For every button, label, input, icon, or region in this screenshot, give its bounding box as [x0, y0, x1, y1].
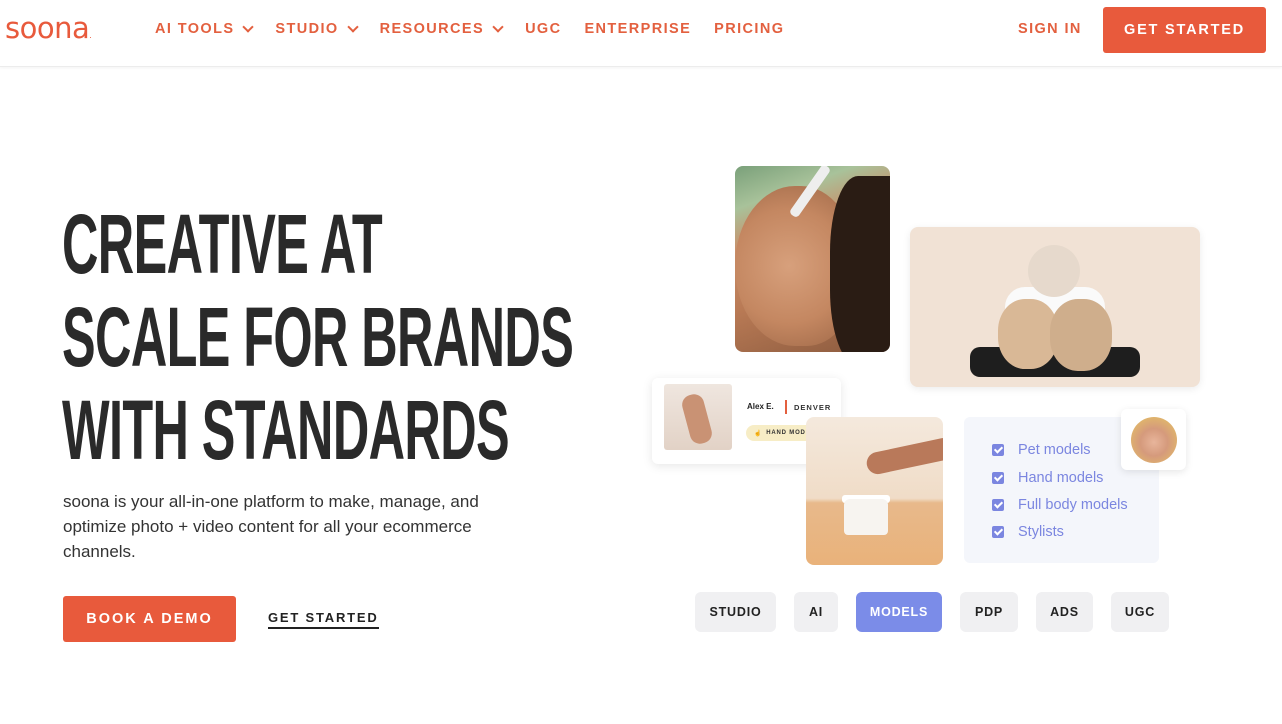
pet-models-photo — [910, 227, 1200, 387]
checklist-item: Hand models — [992, 470, 1103, 486]
headline-line: SCALE FOR BRANDS — [62, 290, 574, 384]
skincare-model-photo — [735, 166, 890, 352]
checkbox-icon — [992, 444, 1004, 456]
nav-links: AI TOOLS STUDIO RESOURCES UGC ENTERPRISE… — [155, 20, 807, 37]
category-tabs: STUDIO AI MODELS PDP ADS UGC — [695, 592, 1187, 632]
chevron-down-icon — [492, 20, 504, 33]
top-nav: soona. AI TOOLS STUDIO RESOURCES UGC ENT… — [0, 0, 1282, 67]
checklist-item: Full body models — [992, 497, 1128, 513]
get-started-link[interactable]: GET STARTED — [268, 610, 379, 629]
hero-subhead: soona is your all-in-one platform to mak… — [63, 492, 479, 561]
hero-headline: CREATIVE AT SCALE FOR BRANDS WITH STANDA… — [62, 197, 574, 477]
nav-item-resources[interactable]: RESOURCES — [380, 20, 504, 37]
chevron-down-icon — [346, 20, 359, 33]
checkbox-icon — [992, 526, 1004, 538]
headline-line: WITH STANDARDS — [62, 383, 510, 477]
nav-item-ugc[interactable]: UGC — [525, 21, 561, 37]
tab-ai[interactable]: AI — [794, 592, 838, 632]
checkbox-icon — [992, 472, 1004, 484]
book-demo-button[interactable]: BOOK A DEMO — [63, 596, 236, 642]
hand-model-thumbnail — [664, 384, 732, 450]
tab-ugc[interactable]: UGC — [1111, 592, 1169, 632]
model-name: Alex E. — [747, 402, 774, 411]
get-started-button[interactable]: GET STARTED — [1103, 7, 1266, 53]
model-city: DENVER — [794, 403, 832, 412]
avatar — [1131, 417, 1177, 463]
nav-item-enterprise[interactable]: ENTERPRISE — [584, 21, 691, 37]
tab-pdp[interactable]: PDP — [960, 592, 1018, 632]
nav-item-pricing[interactable]: PRICING — [714, 21, 784, 37]
nav-item-ai-tools[interactable]: AI TOOLS — [155, 20, 255, 37]
tab-studio[interactable]: STUDIO — [695, 592, 776, 632]
checklist-item: Stylists — [992, 524, 1064, 540]
sign-in-link[interactable]: SIGN IN — [1018, 21, 1082, 37]
product-jar-photo — [806, 417, 943, 565]
nav-item-studio[interactable]: STUDIO — [275, 20, 359, 37]
hand-icon: ☝ — [754, 430, 763, 437]
tab-ads[interactable]: ADS — [1036, 592, 1093, 632]
tab-models[interactable]: MODELS — [856, 592, 942, 632]
headline-line: CREATIVE AT — [62, 197, 383, 291]
soona-logo[interactable]: soona. — [5, 11, 92, 45]
chevron-down-icon — [242, 20, 255, 33]
checklist-item: Pet models — [992, 442, 1091, 458]
checkbox-icon — [992, 499, 1004, 511]
stylist-avatar-card — [1121, 409, 1186, 470]
